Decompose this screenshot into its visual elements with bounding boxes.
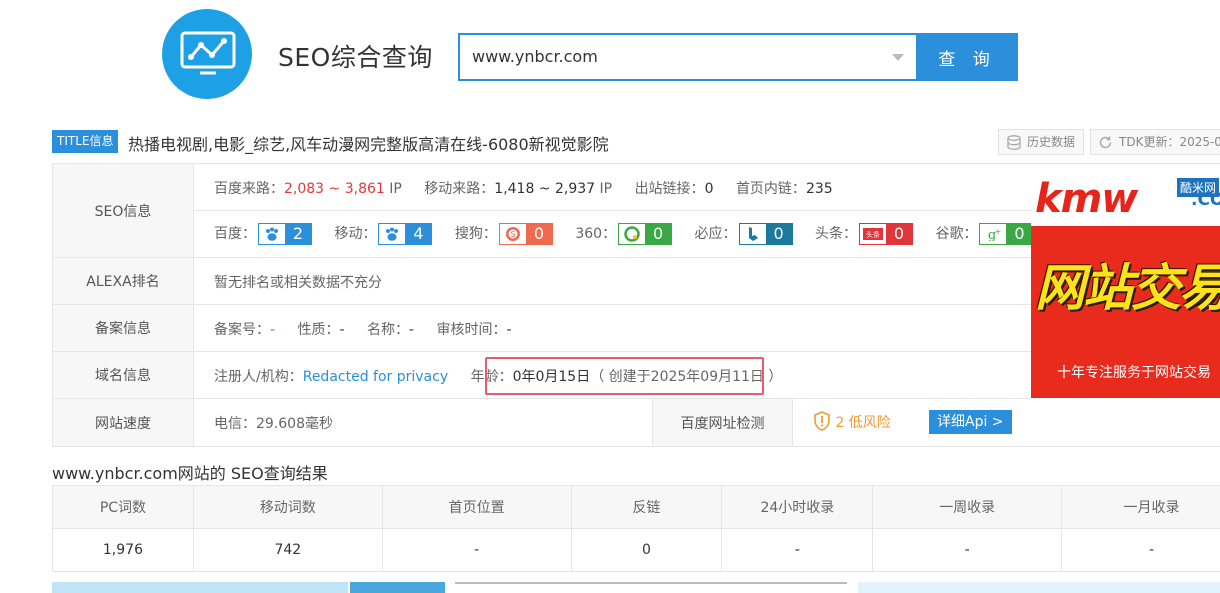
registrant-link[interactable]: Redacted for privacy <box>303 369 448 385</box>
outbound-links-value[interactable]: 0 <box>705 181 714 197</box>
ad-subtitle: 十年专注服务于网站交易 <box>1057 365 1211 381</box>
google-plus-icon: g+ <box>988 227 1001 241</box>
pc-words-value[interactable]: 1,976 <box>52 528 194 572</box>
toutiao-icon: 头条 <box>863 228 883 240</box>
engine-sogou[interactable]: 搜狗： S 0 <box>455 223 553 245</box>
engine-weights-line: 百度： 2 移动： 4 搜狗： S 0 360： 0 必应： 0 头条： 头条 0 谷歌： g +0 <box>214 223 1034 245</box>
results-header-row: PC词数 移动词数 首页位置 反链 24小时收录 一周收录 一月收录 <box>52 485 1220 529</box>
engine-bing[interactable]: 必应： 0 <box>695 223 793 245</box>
database-icon <box>1007 135 1021 150</box>
bottom-banner-left[interactable] <box>52 582 348 593</box>
beian-details: 备案号：- 性质：- 名称：- 审核时间：- <box>214 322 512 338</box>
refresh-icon <box>1099 136 1112 149</box>
index-24h-value: - <box>721 528 874 572</box>
ad-brand-suffix: .CON <box>1191 190 1220 210</box>
speed-row: 网站速度 电信：29.608毫秒 百度网址检测 2 低风险 详细Api > <box>53 399 1220 446</box>
backlinks-value[interactable]: 0 <box>570 528 723 572</box>
col-month-index: 一月收录 <box>1061 485 1220 529</box>
col-pc-words: PC词数 <box>52 485 194 529</box>
paw-icon <box>386 227 399 241</box>
speed-label: 网站速度 <box>53 399 194 446</box>
engine-baidu[interactable]: 百度： 2 <box>214 223 312 245</box>
index-week-value: - <box>872 528 1063 572</box>
domain-label: 域名信息 <box>53 352 194 398</box>
svg-text:S: S <box>510 230 515 239</box>
engine-mobile[interactable]: 移动： 4 <box>334 223 433 245</box>
svg-text:头条: 头条 <box>866 230 880 239</box>
inner-links-value[interactable]: 235 <box>806 181 833 197</box>
col-home-position: 首页位置 <box>381 485 572 529</box>
seo-info-row: SEO信息 百度来路：2,083 ~ 3,861 IP 移动来路：1,418 ~… <box>53 164 1034 258</box>
traffic-line: 百度来路：2,083 ~ 3,861 IP 移动来路：1,418 ~ 2,937… <box>214 181 833 197</box>
site-logo[interactable] <box>162 9 252 99</box>
alexa-label: ALEXA排名 <box>53 258 194 304</box>
search-box[interactable] <box>458 33 918 81</box>
detail-api-button[interactable]: 详细Api > <box>929 410 1012 434</box>
chart-monitor-icon <box>180 31 236 75</box>
beian-number[interactable]: - <box>270 322 275 338</box>
results-title: www.ynbcr.com网站的 SEO查询结果 <box>52 464 328 483</box>
col-24h-index: 24小时收录 <box>721 485 874 529</box>
history-data-button[interactable]: 历史数据 <box>998 129 1084 155</box>
col-week-index: 一周收录 <box>872 485 1063 529</box>
paw-icon <box>266 227 278 241</box>
alexa-row: ALEXA排名 暂无排名或相关数据不充分 <box>53 258 1031 305</box>
tdk-update-button[interactable]: TDK更新：2025-09 <box>1090 129 1220 155</box>
dropdown-arrow-icon[interactable] <box>892 54 904 61</box>
col-mobile-words: 移动词数 <box>192 485 383 529</box>
home-position-value: - <box>381 528 572 572</box>
history-data-label: 历史数据 <box>1027 135 1076 149</box>
ad-headline: 网站交易 <box>1035 259 1220 317</box>
bottom-banner-right[interactable] <box>858 582 1220 593</box>
title-tag: TITLE信息 <box>52 130 119 153</box>
search-input[interactable] <box>472 35 872 79</box>
mobile-traffic-value[interactable]: 1,418 ~ 2,937 <box>494 181 595 197</box>
baidu-traffic-value[interactable]: 2,083 ~ 3,861 <box>284 181 385 197</box>
shield-warning-icon <box>814 411 830 431</box>
svg-text:+: + <box>995 227 1001 236</box>
bottom-banner-middle[interactable] <box>455 582 847 593</box>
ad-brand: kmw <box>1035 176 1138 222</box>
beian-label: 备案信息 <box>53 305 194 351</box>
page-title-value: 热播电视剧,电影_综艺,风车动漫网完整版高清在线-6080新视觉影院 <box>128 135 609 154</box>
engine-toutiao[interactable]: 头条： 头条 0 <box>815 223 913 245</box>
engine-360[interactable]: 360： 0 <box>575 223 673 245</box>
col-backlinks: 反链 <box>570 485 723 529</box>
index-month-value: - <box>1061 528 1220 572</box>
engine-google[interactable]: 谷歌： g +0 <box>935 223 1034 245</box>
highlight-box <box>485 357 764 395</box>
mobile-words-value[interactable]: 742 <box>192 528 383 572</box>
speed-value: 电信：29.608毫秒 <box>214 416 333 432</box>
baidu-check-label: 百度网址检测 <box>652 399 793 446</box>
sogou-icon: S <box>505 227 520 241</box>
search-button[interactable]: 查 询 <box>916 33 1018 81</box>
tdk-update-label: TDK更新：2025-09 <box>1119 135 1220 149</box>
app-title: SEO综合查询 <box>278 43 433 72</box>
results-table: PC词数 移动词数 首页位置 反链 24小时收录 一周收录 一月收录 1,976… <box>52 485 1220 572</box>
360-icon <box>624 226 640 242</box>
bing-icon <box>748 227 758 241</box>
table-row: 1,976 742 - 0 - - - <box>52 528 1220 572</box>
bottom-banner-left-end[interactable] <box>350 582 445 593</box>
alexa-value: 暂无排名或相关数据不充分 <box>214 275 382 291</box>
beian-row: 备案信息 备案号：- 性质：- 名称：- 审核时间：- <box>53 305 1031 352</box>
seo-info-label: SEO信息 <box>53 164 194 257</box>
risk-indicator[interactable]: 2 低风险 <box>813 411 891 432</box>
ad-banner[interactable]: kmw 酷米网 .CON 网站交易 十年专注服务于网站交易 <box>1031 164 1220 398</box>
